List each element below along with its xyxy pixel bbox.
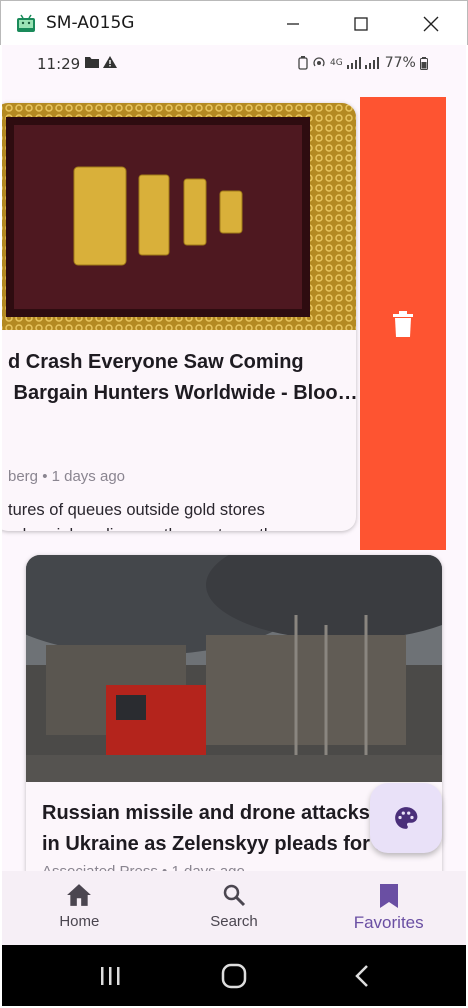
battery-saver-icon bbox=[298, 56, 308, 70]
minimize-button[interactable] bbox=[271, 9, 315, 39]
status-time: 11:29 bbox=[37, 55, 81, 73]
news-image-ukraine-attack bbox=[26, 555, 442, 782]
window-titlebar: SM-A015G bbox=[0, 0, 468, 45]
network-type: 4G bbox=[330, 58, 343, 68]
news-image-gold-bars bbox=[2, 103, 356, 330]
nav-item-search[interactable]: Search bbox=[157, 871, 312, 945]
warning-icon bbox=[103, 56, 117, 68]
system-navigation-bar bbox=[2, 945, 466, 1006]
folder-icon bbox=[85, 57, 99, 68]
status-system-icons: 4G 77% bbox=[298, 55, 428, 71]
android-app-icon bbox=[17, 14, 35, 32]
home-icon bbox=[67, 884, 92, 906]
back-icon bbox=[355, 965, 368, 987]
bottom-navigation: Home Search Favorites bbox=[2, 871, 466, 945]
minimize-icon bbox=[287, 23, 299, 25]
hotspot-icon bbox=[313, 57, 325, 67]
nav-item-favorites[interactable]: Favorites bbox=[311, 871, 466, 945]
window-title: SM-A015G bbox=[46, 13, 135, 33]
battery-icon bbox=[419, 56, 428, 70]
back-button[interactable] bbox=[342, 961, 382, 991]
recents-icon bbox=[101, 967, 120, 985]
search-icon bbox=[223, 884, 246, 907]
phone-screen: 11:29 4G 77% d Crash Everyone Saw Coming… bbox=[2, 45, 466, 945]
palette-icon bbox=[395, 807, 418, 829]
nav-label: Favorites bbox=[353, 913, 424, 932]
status-notification-icons bbox=[85, 56, 117, 68]
nav-label: Search bbox=[210, 913, 258, 930]
close-icon bbox=[423, 16, 439, 32]
nav-item-home[interactable]: Home bbox=[2, 871, 157, 945]
nav-label: Home bbox=[59, 913, 100, 930]
signal-icon bbox=[346, 57, 361, 69]
swipe-delete-background[interactable] bbox=[360, 97, 446, 550]
signal-icon-2 bbox=[364, 57, 379, 69]
maximize-icon bbox=[354, 17, 368, 31]
recents-button[interactable] bbox=[90, 961, 130, 991]
news-description: tures of queues outside gold stores ed s… bbox=[8, 501, 278, 531]
home-circle-icon bbox=[221, 963, 247, 989]
news-card[interactable]: d Crash Everyone Saw Coming Bargain Hunt… bbox=[2, 103, 356, 531]
status-bar: 11:29 4G 77% bbox=[2, 45, 466, 83]
battery-percent: 77% bbox=[384, 55, 416, 71]
news-title: d Crash Everyone Saw Coming Bargain Hunt… bbox=[8, 351, 356, 404]
close-button[interactable] bbox=[409, 9, 453, 39]
home-button[interactable] bbox=[214, 961, 254, 991]
theme-palette-button[interactable] bbox=[370, 783, 442, 853]
maximize-button[interactable] bbox=[339, 9, 383, 39]
bookmark-icon bbox=[379, 884, 398, 908]
delete-icon bbox=[393, 310, 413, 337]
news-meta: berg • 1 days ago bbox=[8, 468, 125, 485]
